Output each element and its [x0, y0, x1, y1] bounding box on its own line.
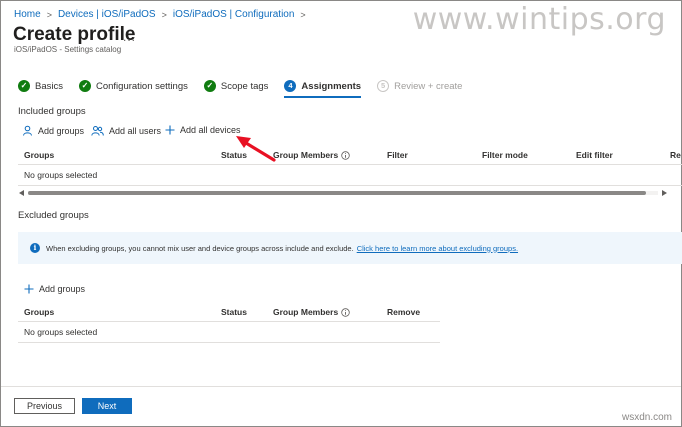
checkmark-circle-icon: ✓ — [203, 80, 216, 92]
checkmark-circle-icon: ✓ — [78, 80, 91, 92]
step-label: Review + create — [394, 80, 463, 92]
column-header-group-members[interactable]: Group Members — [273, 307, 350, 317]
info-icon[interactable] — [341, 150, 350, 160]
step-label: Configuration settings — [95, 80, 188, 92]
column-header-remove[interactable]: Remove — [387, 307, 420, 317]
info-icon: i — [30, 243, 40, 253]
table-divider — [18, 342, 440, 343]
checkmark-circle-icon: ✓ — [18, 80, 30, 92]
page-title: Create profile — [13, 24, 136, 45]
breadcrumb-separator: > — [161, 9, 167, 20]
breadcrumb-devices[interactable]: Devices | iOS/iPadOS — [58, 9, 156, 20]
empty-table-message: No groups selected — [24, 170, 98, 180]
column-header-filter[interactable]: Filter — [387, 150, 408, 160]
wizard-steps: ✓ Basics ✓ Configuration settings ✓ Scop… — [18, 79, 478, 98]
column-header-groups[interactable]: Groups — [24, 307, 54, 317]
page-subtitle: iOS/iPadOS - Settings catalog — [14, 45, 122, 54]
step-scope-tags[interactable]: ✓ Scope tags — [203, 79, 269, 93]
watermark: www.wintips.org — [412, 2, 666, 37]
step-review-create: 5 Review + create — [377, 79, 462, 93]
column-header-edit-filter[interactable]: Edit filter — [576, 150, 613, 160]
table-divider — [18, 321, 440, 322]
step-assignments[interactable]: 4 Assignments — [284, 79, 362, 98]
add-groups-button[interactable]: Add groups — [22, 125, 84, 136]
scroll-thumb[interactable] — [28, 191, 646, 195]
empty-table-message: No groups selected — [24, 327, 98, 337]
plus-icon — [24, 284, 34, 294]
next-button[interactable]: Next — [82, 398, 132, 414]
plus-icon — [165, 125, 175, 135]
breadcrumb: Home > Devices | iOS/iPadOS > iOS/iPadOS… — [14, 9, 306, 20]
footer-divider — [1, 386, 681, 387]
step-basics[interactable]: ✓ Basics — [18, 79, 63, 93]
step-label: Assignments — [301, 80, 362, 92]
info-icon[interactable] — [341, 307, 350, 317]
person-icon — [23, 125, 32, 136]
add-all-users-label: Add all users — [109, 125, 162, 136]
column-header-group-members[interactable]: Group Members — [273, 150, 350, 160]
step-configuration-settings[interactable]: ✓ Configuration settings — [78, 79, 188, 93]
table-divider — [18, 164, 682, 165]
step-number: 4 — [284, 80, 297, 92]
column-header-groups[interactable]: Groups — [24, 150, 54, 160]
exclusion-info-banner: i When excluding groups, you cannot mix … — [18, 232, 682, 264]
add-excluded-groups-button[interactable]: Add groups — [24, 284, 85, 294]
step-number: 5 — [377, 80, 390, 92]
learn-more-link[interactable]: Click here to learn more about excluding… — [357, 244, 518, 253]
column-header-filter-mode[interactable]: Filter mode — [482, 150, 528, 160]
people-icon — [91, 126, 104, 136]
add-all-users-button[interactable]: Add all users — [91, 125, 161, 136]
add-all-devices-button[interactable]: Add all devices — [165, 125, 241, 135]
info-text: When excluding groups, you cannot mix us… — [46, 243, 354, 253]
column-header-label: Group Members — [273, 150, 339, 160]
site-credit: wsxdn.com — [621, 412, 672, 423]
annotation-arrow-icon — [236, 136, 276, 162]
scroll-left-icon[interactable] — [19, 190, 24, 196]
add-groups-label: Add groups — [39, 284, 86, 294]
table-divider — [18, 185, 682, 186]
horizontal-scrollbar[interactable] — [18, 190, 668, 196]
column-header-status[interactable]: Status — [221, 307, 247, 317]
window-frame — [0, 0, 682, 427]
breadcrumb-separator: > — [300, 9, 306, 20]
column-header-remove-truncated[interactable]: Re — [670, 150, 681, 160]
breadcrumb-separator: > — [46, 9, 52, 20]
scroll-right-icon[interactable] — [662, 190, 667, 196]
add-groups-label: Add groups — [38, 125, 85, 136]
step-label: Scope tags — [220, 80, 269, 92]
column-header-label: Group Members — [273, 307, 339, 317]
step-label: Basics — [35, 80, 63, 92]
included-groups-heading: Included groups — [18, 106, 86, 117]
previous-button[interactable]: Previous — [14, 398, 75, 414]
breadcrumb-home[interactable]: Home — [14, 9, 41, 20]
breadcrumb-configuration[interactable]: iOS/iPadOS | Configuration — [173, 9, 295, 20]
excluded-groups-heading: Excluded groups — [18, 210, 89, 221]
more-options-button[interactable]: ... — [123, 30, 136, 44]
